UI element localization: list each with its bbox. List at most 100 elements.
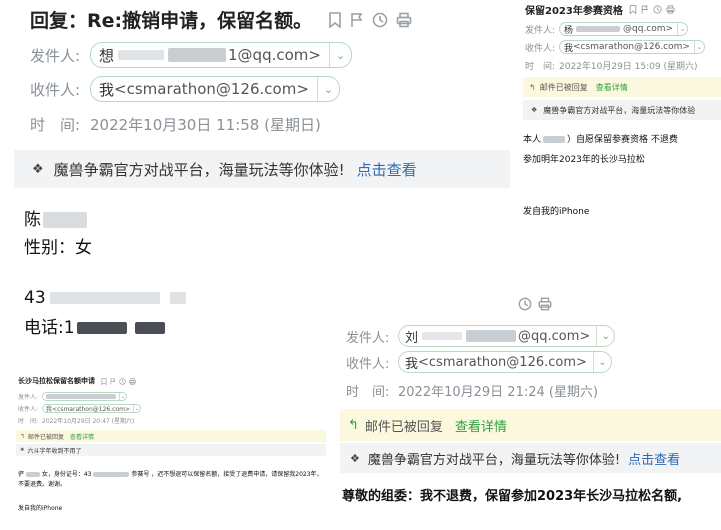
print-icon[interactable] (396, 12, 412, 28)
mail-c-ad-text: 六斗字年收到不用了 (27, 447, 82, 455)
mail-b-body: 本人 ）自愿保留参赛资格 不退费 参加明年2023年的长沙马拉松 发自我的iPho… (523, 130, 678, 222)
mail-c-time-label: 时 间: (18, 418, 39, 425)
mail-d-time-row: 时 间: 2022年10月29日 21:24 (星期六) (346, 381, 598, 400)
chevron-down-icon[interactable]: ⌄ (132, 405, 140, 412)
mail-c-to-row: 收件人: 我<csmarathon@126.com> ⌄ (18, 404, 141, 413)
mail-a-name-text: 陈 (24, 210, 41, 230)
mail-c-to-pill[interactable]: 我<csmarathon@126.com> ⌄ (42, 404, 141, 413)
chevron-down-icon[interactable]: ⌄ (328, 43, 351, 67)
mail-b-to-email: <csmarathon@126.com> (573, 42, 690, 52)
mail-d-time-label: 时 间: (346, 385, 390, 400)
game-logo-icon: ❖ (20, 447, 25, 453)
bookmark-icon[interactable] (101, 377, 107, 385)
mail-b-to-pill[interactable]: 我 <csmarathon@126.com> ⌄ (559, 40, 705, 54)
mail-c-time-row: 时 间: 2022年10月29日 20:47 (星期六) (18, 416, 134, 425)
chevron-down-icon[interactable]: ⌄ (592, 352, 611, 372)
chevron-down-icon[interactable]: ⌄ (596, 326, 614, 346)
print-icon[interactable] (538, 297, 552, 311)
clock-icon[interactable] (518, 297, 532, 311)
chevron-down-icon[interactable]: ⌄ (119, 393, 126, 400)
mail-b-details-link[interactable]: 查看详情 (596, 82, 628, 93)
mail-panel-d: 发件人: 刘 @qq.com> ⌄ 收件人: 我 <csmarathon@126… (336, 293, 721, 530)
mail-a-id-text: 43 (24, 288, 46, 308)
mail-a-ad-text: 魔兽争霸官方对战平台，海量玩法等你体验! (53, 160, 345, 179)
bookmark-icon[interactable] (629, 5, 637, 14)
mail-b-replied-text: 邮件已被回复 (539, 82, 588, 92)
mail-d-ad-text: 魔兽争霸官方对战平台，海量玩法等你体验! (367, 452, 621, 468)
mail-d-from-email: @qq.com> (518, 328, 591, 344)
mail-d-to-row: 收件人: 我 <csmarathon@126.com> ⌄ (346, 351, 612, 373)
mail-c-replied-text: 邮件已被回复 (28, 433, 65, 441)
clock-icon[interactable] (653, 5, 662, 14)
mail-b-body-line1-b: ）自愿保留参赛资格 不退费 (567, 135, 678, 145)
mail-b-body-line1-a: 本人 (523, 135, 542, 145)
mail-a-ad-band: ❖ 魔兽争霸官方对战平台，海量玩法等你体验! 点击查看 (14, 150, 510, 188)
mail-c-to-label: 收件人: (18, 406, 39, 413)
mail-a-line-gender: 性别：女 (24, 238, 92, 258)
flag-icon[interactable] (110, 378, 116, 385)
mail-a-time-value: 2022年10月30日 11:58 (星期日) (90, 116, 321, 134)
mail-b-time-value: 2022年10月29日 15:09 (星期六) (559, 62, 698, 72)
mail-b-to-row: 收件人: 我 <csmarathon@126.com> ⌄ (525, 40, 705, 54)
mail-b-replied-band: ↰ 邮件已被回复 查看详情 (523, 77, 721, 97)
mail-panel-b: 保留2023年参赛资格 发件人: 杨 @qq.com> ⌄ 收件人: 我 <cs… (517, 0, 721, 300)
mail-a-toolbar (328, 11, 412, 28)
chevron-down-icon[interactable]: ⌄ (316, 77, 339, 101)
mail-d-ad-band: ❖ 魔兽争霸官方对战平台，海量玩法等你体验! 点击查看 (340, 443, 721, 473)
mail-a-to-row: 收件人: 我 <csmarathon@126.com> ⌄ (30, 76, 340, 102)
mail-b-subject: 保留2023年参赛资格 (525, 6, 623, 17)
mail-a-body: 陈 性别：女 43 电话:1 (24, 206, 186, 342)
print-icon[interactable] (666, 5, 675, 14)
flag-icon[interactable] (350, 12, 364, 28)
mail-d-ad-link[interactable]: 点击查看 (628, 449, 680, 468)
mail-d-time-value: 2022年10月29日 21:24 (星期六) (398, 385, 599, 400)
mail-a-to-name: 我 (99, 80, 115, 99)
mail-c-details-link[interactable]: 查看详情 (70, 432, 94, 441)
mail-a-ad-link[interactable]: 点击查看 (357, 159, 417, 180)
mail-c-from-label: 发件人: (18, 394, 39, 401)
chevron-down-icon[interactable]: ⌄ (677, 23, 687, 35)
redaction (169, 292, 186, 304)
redaction (118, 50, 165, 60)
reply-arrow-icon: ↰ (348, 417, 359, 433)
mail-b-body-line1: 本人 ）自愿保留参赛资格 不退费 (523, 130, 678, 150)
mail-b-toolbar (629, 5, 675, 14)
mail-c-body-part2: 女，身份证号：43 (41, 471, 92, 478)
redaction (422, 332, 463, 340)
mail-d-toolbar (518, 297, 552, 311)
mail-a-from-row: 发件人: 想 1@qq.com> ⌄ (30, 42, 352, 68)
clock-icon[interactable] (119, 377, 126, 385)
mail-d-replied-band: ↰ 邮件已被回复 查看详情 (340, 409, 721, 441)
mail-d-from-pill[interactable]: 刘 @qq.com> ⌄ (398, 325, 616, 347)
mail-a-header: 回复：Re:撤销申请，保留名额。 (30, 6, 412, 33)
mail-c-body-part1: 俨 (18, 471, 25, 478)
bookmark-icon[interactable] (328, 11, 342, 28)
flag-icon[interactable] (641, 5, 649, 14)
mail-a-to-pill[interactable]: 我 <csmarathon@126.com> ⌄ (90, 76, 340, 102)
mail-d-to-name: 我 (405, 356, 419, 372)
mail-d-details-link[interactable]: 查看详情 (455, 416, 507, 435)
mail-b-ad-band: ❖ 魔兽争霸官方对战平台，海量玩法等你体验 (523, 100, 721, 120)
mail-a-from-pill[interactable]: 想 1@qq.com> ⌄ (90, 42, 352, 68)
mail-d-to-pill[interactable]: 我 <csmarathon@126.com> ⌄ (398, 351, 612, 373)
mail-b-from-label: 发件人: (525, 25, 556, 36)
mail-a-time-row: 时 间: 2022年10月30日 11:58 (星期日) (30, 114, 321, 135)
mail-c-header: 长沙马拉松保留名额申请 (18, 376, 136, 386)
mail-c-from-pill[interactable]: ⌄ (42, 392, 127, 401)
print-icon[interactable] (129, 377, 136, 385)
mail-c-time-value: 2022年10月29日 20:47 (星期六) (42, 418, 135, 425)
chevron-down-icon[interactable]: ⌄ (693, 41, 704, 53)
mail-c-body-part3: 参赛号 (131, 471, 150, 478)
reply-arrow-icon: ↰ (529, 82, 536, 92)
mail-b-from-email: @qq.com> (623, 24, 674, 34)
mail-c-toolbar (101, 377, 136, 385)
mail-b-from-pill[interactable]: 杨 @qq.com> ⌄ (559, 22, 689, 36)
mail-b-from-row: 发件人: 杨 @qq.com> ⌄ (525, 22, 689, 36)
clock-icon[interactable] (372, 12, 388, 28)
mail-d-from-name: 刘 (405, 330, 419, 346)
mail-d-from-row: 发件人: 刘 @qq.com> ⌄ (346, 325, 616, 347)
mail-c-from-row: 发件人: ⌄ (18, 392, 127, 401)
mail-a-to-label: 收件人: (30, 80, 81, 99)
mail-c-to-value: 我<csmarathon@126.com> (46, 406, 130, 413)
mail-a-subject: 回复：Re:撤销申请，保留名额。 (30, 10, 313, 32)
